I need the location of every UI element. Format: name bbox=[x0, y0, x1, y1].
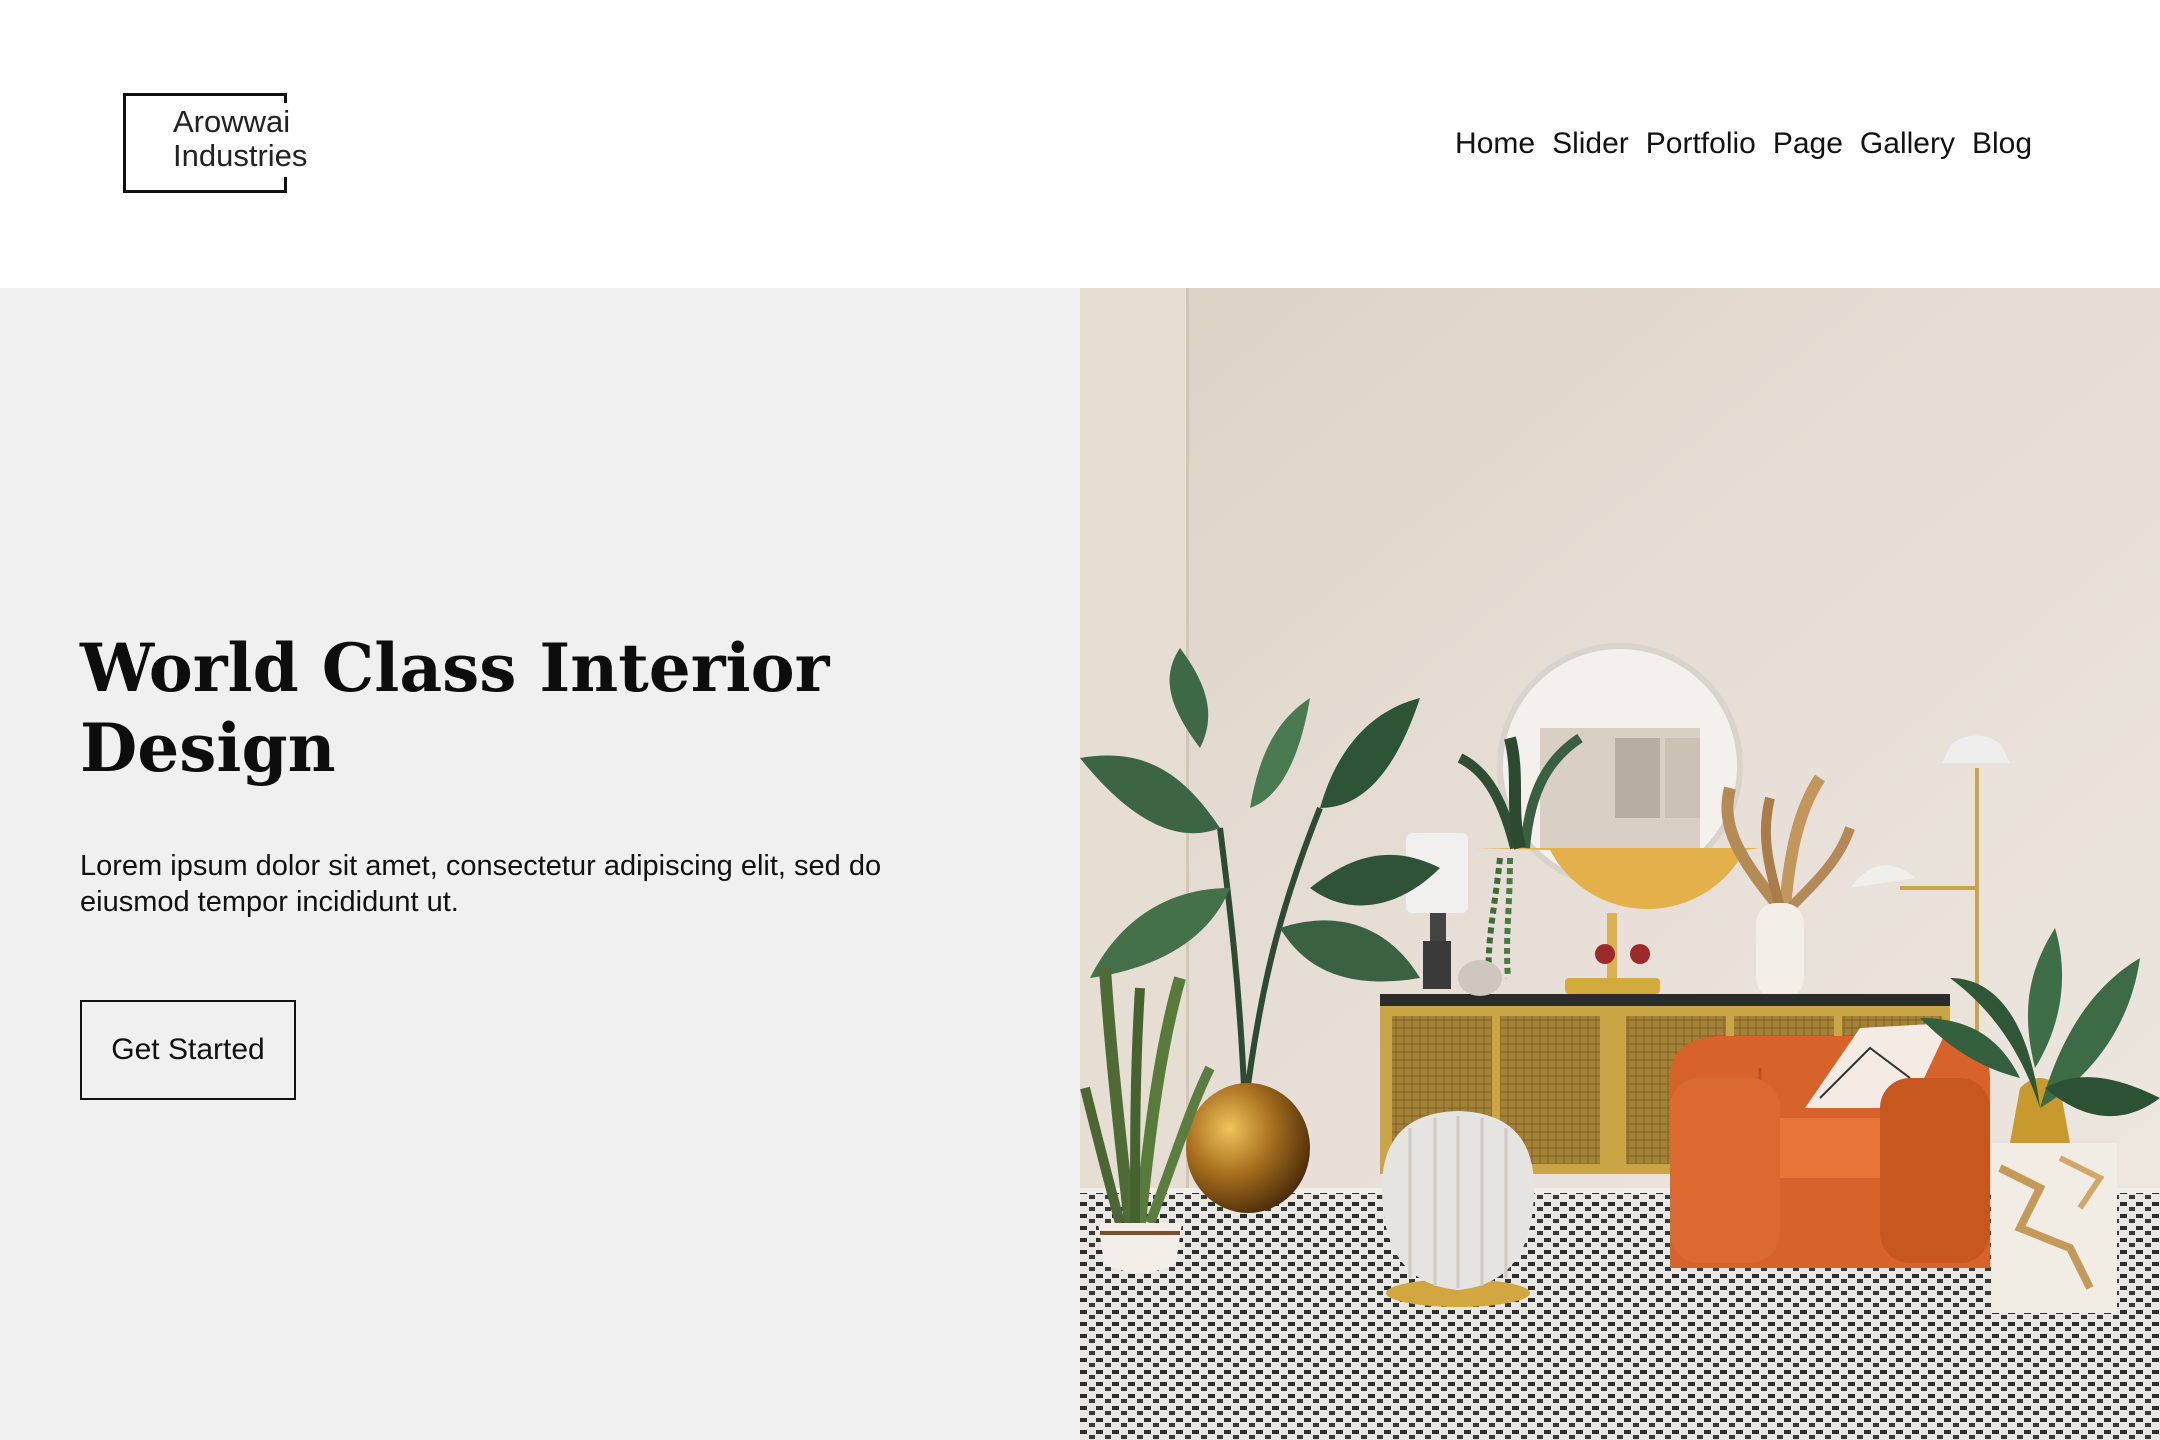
hero-title: World Class Interior Design bbox=[80, 629, 830, 787]
logo-frame-top bbox=[123, 93, 287, 96]
logo-frame-bottom bbox=[123, 190, 287, 193]
nav-page[interactable]: Page bbox=[1773, 124, 1843, 164]
main-nav: Home Slider Portfolio Page Gallery Blog bbox=[1455, 124, 2032, 164]
hero-image bbox=[1080, 288, 2160, 1440]
gold-planter bbox=[1186, 1083, 1310, 1213]
get-started-button[interactable]: Get Started bbox=[80, 1000, 296, 1100]
hero-content: World Class Interior Design Lorem ipsum … bbox=[0, 288, 1080, 1440]
orange-armchair bbox=[1670, 1023, 1990, 1268]
logo-frame-right-top bbox=[284, 93, 287, 103]
logo-frame-right-bottom bbox=[284, 177, 287, 193]
nav-portfolio[interactable]: Portfolio bbox=[1646, 124, 1756, 164]
brand-line-1: Arowwai bbox=[173, 104, 291, 139]
nav-gallery[interactable]: Gallery bbox=[1860, 124, 1955, 164]
brand-name: Arowwai Industries bbox=[173, 105, 307, 173]
nav-slider[interactable]: Slider bbox=[1552, 124, 1629, 164]
nav-home[interactable]: Home bbox=[1455, 124, 1535, 164]
living-room-illustration bbox=[1080, 288, 2160, 1440]
brand-line-2: Industries bbox=[173, 138, 308, 173]
site-header: Arowwai Industries Home Slider Portfolio… bbox=[0, 0, 2160, 288]
brand-logo[interactable]: Arowwai Industries bbox=[123, 93, 313, 193]
nav-blog[interactable]: Blog bbox=[1972, 124, 2032, 164]
logo-frame bbox=[123, 93, 126, 193]
hero-description: Lorem ipsum dolor sit amet, consectetur … bbox=[80, 850, 882, 918]
